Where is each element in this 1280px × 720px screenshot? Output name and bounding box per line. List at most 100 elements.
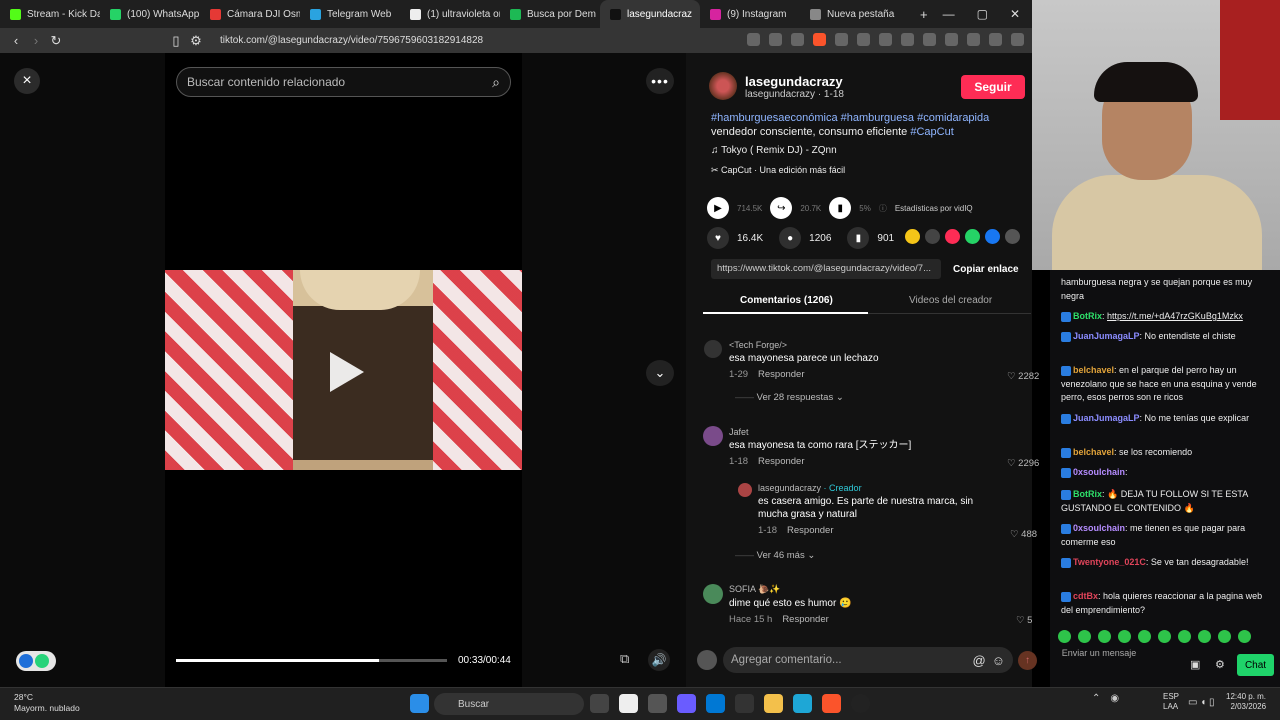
chat-username[interactable]: 0xsoulchain: [1073, 523, 1125, 533]
browser-tab[interactable]: (100) WhatsApp: [100, 0, 200, 28]
emote-icon[interactable]: [1158, 630, 1171, 643]
browser-tab[interactable]: Nueva pestaña: [800, 0, 910, 28]
creator-avatar[interactable]: [709, 72, 737, 100]
terminal-icon[interactable]: [735, 694, 754, 713]
picture-in-picture-icon[interactable]: ⧉: [620, 651, 629, 667]
app-icon[interactable]: [619, 694, 638, 713]
reply-button[interactable]: Responder: [782, 614, 828, 625]
hashtag-line[interactable]: #hamburguesaeconómica #hamburguesa #comi…: [711, 111, 1021, 125]
emote-icon[interactable]: [1118, 630, 1131, 643]
url-field[interactable]: tiktok.com/@lasegundacrazy/video/7596759…: [220, 35, 483, 46]
comment-avatar[interactable]: [703, 584, 723, 604]
comment-input[interactable]: Agregar comentario... @ ☺: [723, 647, 1013, 673]
weather-widget[interactable]: 28°C Mayorm. nublado: [14, 692, 80, 714]
extension-icon[interactable]: [967, 33, 980, 46]
forward-icon[interactable]: ›: [26, 33, 46, 48]
extension-toggle[interactable]: [16, 651, 56, 671]
emote-icon[interactable]: [1078, 630, 1091, 643]
repost-icon[interactable]: [905, 229, 920, 244]
task-view-icon[interactable]: [590, 694, 609, 713]
creator-username[interactable]: lasegundacrazy: [745, 74, 843, 89]
tab-creator-videos[interactable]: Videos del creador: [909, 295, 992, 306]
comment-like[interactable]: ♡ 2296: [1007, 458, 1039, 469]
reply-like[interactable]: ♡ 488: [1010, 529, 1037, 540]
chat-username[interactable]: BotRix: [1073, 489, 1102, 499]
capcut-line[interactable]: ✂ CapCut · Una edición más fácil: [711, 165, 845, 176]
comment-icon[interactable]: ●: [779, 227, 802, 249]
windows-start-icon[interactable]: [410, 694, 429, 713]
chat-username[interactable]: Twentyone_021C: [1073, 557, 1146, 567]
comment-user[interactable]: SOFIA 🐌✨: [729, 584, 989, 595]
view-replies-button[interactable]: —— Ver 28 respuestas ⌄: [735, 392, 844, 403]
search-icon[interactable]: ⌕: [492, 74, 500, 91]
volume-icon[interactable]: 🔊: [648, 649, 670, 671]
embed-icon[interactable]: [925, 229, 940, 244]
brave-shield-icon[interactable]: [813, 33, 826, 46]
chat-link[interactable]: https://t.me/+dA47rzGKuBg1Mzkx: [1107, 311, 1243, 321]
emote-icon[interactable]: [1138, 630, 1151, 643]
chat-input[interactable]: Enviar un mensaje: [1060, 648, 1138, 678]
copy-link-button[interactable]: Copiar enlace: [953, 264, 1019, 275]
share-arrow-icon[interactable]: [1005, 229, 1020, 244]
network-volume-battery-icons[interactable]: ▭ ◖ ▯: [1188, 697, 1215, 708]
view-more-button[interactable]: —— Ver 46 más ⌄: [735, 550, 815, 561]
new-tab-button[interactable]: +: [910, 0, 938, 28]
emote-icon[interactable]: [1218, 630, 1231, 643]
emote-icon[interactable]: [1058, 630, 1071, 643]
comment-user[interactable]: Jafet: [729, 427, 989, 437]
minimize-icon[interactable]: —: [943, 7, 955, 21]
whatsapp-icon[interactable]: [965, 229, 980, 244]
chat-username[interactable]: 0xsoulchain: [1073, 467, 1125, 477]
chat-username[interactable]: BotRix: [1073, 311, 1102, 321]
chat-gift-icon[interactable]: ▣: [1190, 658, 1200, 671]
obs-icon[interactable]: [851, 694, 870, 713]
bookmark-icon[interactable]: ▯: [166, 33, 186, 49]
extension-icon[interactable]: [945, 33, 958, 46]
friends-share-icon[interactable]: [945, 229, 960, 244]
emote-icon[interactable]: [1238, 630, 1251, 643]
widgets-icon[interactable]: [648, 694, 667, 713]
comment-like[interactable]: ♡ 5: [1016, 615, 1032, 626]
reply-avatar[interactable]: [738, 483, 752, 497]
taskbar-search[interactable]: Buscar: [434, 693, 584, 715]
edge-icon[interactable]: [793, 694, 812, 713]
emote-icon[interactable]: [1198, 630, 1211, 643]
chat-username[interactable]: cdtBx: [1073, 591, 1098, 601]
back-icon[interactable]: ‹: [6, 33, 26, 48]
store-icon[interactable]: [706, 694, 725, 713]
browser-tab[interactable]: Stream - Kick Dash: [0, 0, 100, 28]
copilot-icon[interactable]: [677, 694, 696, 713]
related-search-input[interactable]: Buscar contenido relacionado ⌕: [176, 67, 511, 97]
close-icon[interactable]: ×: [14, 68, 40, 94]
music-line[interactable]: ♫ Tokyo ( Remix DJ) - ZQnn: [711, 145, 837, 156]
next-video-icon[interactable]: ⌄: [646, 360, 674, 386]
extension-icon[interactable]: [879, 33, 892, 46]
reply-button[interactable]: Responder: [787, 525, 833, 536]
comment-avatar[interactable]: [703, 426, 723, 446]
maximize-icon[interactable]: ▢: [977, 7, 988, 21]
browser-tab[interactable]: (9) Instagram: [700, 0, 800, 28]
browser-tab[interactable]: Telegram Web: [300, 0, 400, 28]
chat-settings-icon[interactable]: ⚙: [1215, 658, 1225, 671]
info-icon[interactable]: ⓘ: [879, 203, 887, 214]
extension-icon[interactable]: [857, 33, 870, 46]
comment-user[interactable]: <Tech Forge/>: [729, 340, 989, 350]
reply-button[interactable]: Responder: [758, 369, 804, 380]
mention-icon[interactable]: @: [973, 653, 986, 668]
tab-comments[interactable]: Comentarios (1206): [740, 295, 833, 306]
hashtag-capcut[interactable]: #CapCut: [910, 126, 953, 138]
reload-icon[interactable]: ↻: [46, 33, 66, 49]
video-progress-bar[interactable]: [176, 659, 447, 662]
comment-avatar[interactable]: [704, 340, 722, 358]
facebook-icon[interactable]: [985, 229, 1000, 244]
reply-button[interactable]: Responder: [758, 456, 804, 467]
close-window-icon[interactable]: ✕: [1010, 7, 1020, 21]
extension-icon[interactable]: [769, 33, 782, 46]
tray-chevron-icon[interactable]: ⌃: [1092, 693, 1100, 704]
site-info-icon[interactable]: ⚙: [186, 33, 206, 49]
brave-icon[interactable]: [822, 694, 841, 713]
browser-tab[interactable]: Cámara DJI Osmo: [200, 0, 300, 28]
bookmark-save-icon[interactable]: ▮: [847, 227, 870, 249]
heart-icon[interactable]: ♥: [707, 227, 729, 249]
chat-username[interactable]: belchavel: [1073, 447, 1114, 457]
